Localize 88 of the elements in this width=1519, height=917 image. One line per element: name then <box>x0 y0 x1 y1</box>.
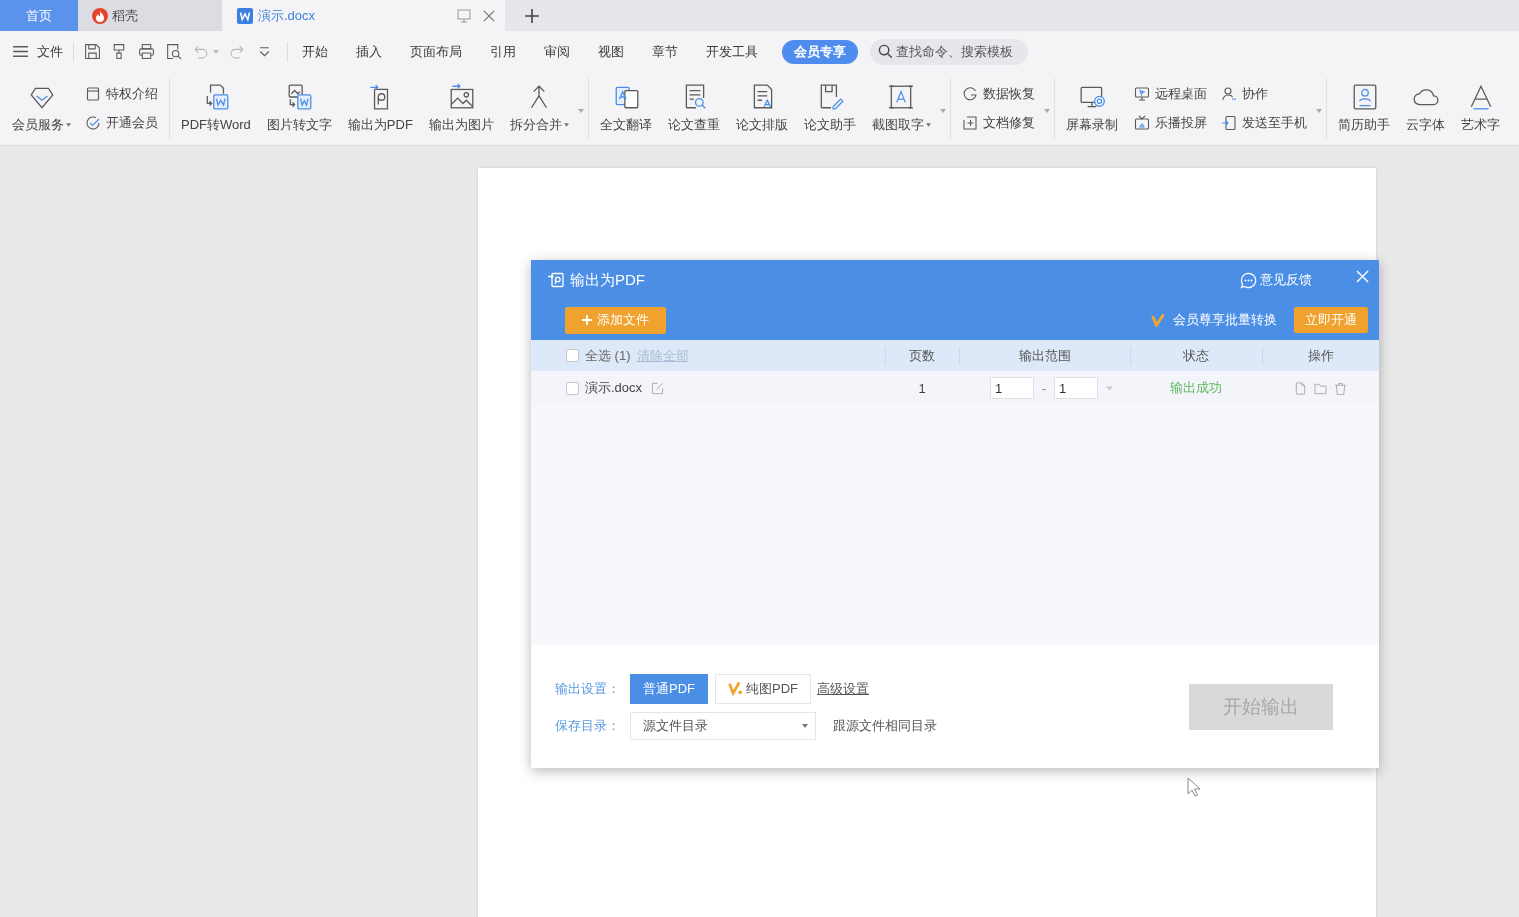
edit-icon[interactable] <box>651 381 665 395</box>
screenshot-icon <box>887 83 916 111</box>
flame-icon <box>92 7 108 24</box>
export-icon <box>547 271 565 289</box>
menu-tab[interactable]: 审阅 <box>530 39 584 64</box>
check-circle-icon <box>85 115 101 131</box>
printer-icon[interactable] <box>138 43 155 60</box>
menu-tab[interactable]: 引用 <box>476 39 530 64</box>
ribbon-button[interactable]: 全文翻译 <box>592 78 661 139</box>
ribbon-button[interactable]: 乐播投屏 <box>1133 114 1207 132</box>
checkbox[interactable] <box>566 349 579 362</box>
monitor-icon[interactable] <box>456 7 472 24</box>
phone-arrow-icon <box>1220 115 1237 131</box>
promo-text: 会员尊享批量转换 <box>1173 311 1277 329</box>
ribbon-button[interactable]: 论文查重 <box>660 78 729 139</box>
menu-tab[interactable]: 开发工具 <box>692 39 772 64</box>
ribbon-button[interactable]: 开通会员 <box>85 114 158 132</box>
dialog-title: 输出为PDF <box>570 270 645 290</box>
caret-icon[interactable] <box>213 49 219 54</box>
file-name: 演示.docx <box>585 379 643 397</box>
document-tab[interactable]: 演示.docx <box>222 0 505 31</box>
tv-icon <box>1133 115 1150 131</box>
menu-tab[interactable]: 页面布局 <box>396 39 476 64</box>
folder-dropdown[interactable]: 源文件目录 <box>630 711 816 740</box>
advanced-settings-link[interactable]: 高级设置 <box>817 679 869 698</box>
trash-icon[interactable] <box>1334 381 1347 395</box>
ribbon-button[interactable]: 特权介绍 <box>85 85 158 103</box>
close-icon[interactable] <box>483 9 495 22</box>
caret-icon[interactable] <box>1315 108 1322 113</box>
undo-icon[interactable] <box>192 43 209 60</box>
folder-icon[interactable] <box>1314 381 1327 395</box>
card-icon <box>85 86 101 102</box>
ribbon-button[interactable]: 屏幕录制 <box>1058 78 1127 139</box>
chat-icon <box>1240 271 1257 289</box>
person-icon <box>1220 86 1237 102</box>
ribbon-button[interactable]: 数据恢复 <box>961 85 1035 103</box>
select-all-label: 全选 (1) <box>585 346 631 365</box>
ribbon-button[interactable]: 截图取字 <box>864 78 938 139</box>
ribbon-button[interactable]: 会员服务 <box>5 78 78 139</box>
print-preview-icon[interactable] <box>165 43 182 60</box>
v-mark-icon <box>1151 313 1165 327</box>
menu-tab[interactable]: 章节 <box>638 39 692 64</box>
menu-icon <box>12 43 29 60</box>
table-cell-text: 1 <box>917 379 927 398</box>
menu-tab[interactable]: 插入 <box>342 39 396 64</box>
page-from-field[interactable]: 1 <box>990 377 1034 399</box>
ribbon-button[interactable]: 文档修复 <box>961 114 1035 132</box>
document-icon[interactable] <box>1294 381 1307 395</box>
ribbon-button[interactable]: 拆分合并 <box>502 78 576 139</box>
range-separator: - <box>1040 380 1048 396</box>
mode-button[interactable]: 纯图PDF <box>715 673 811 704</box>
ribbon-button[interactable]: PDF转Word <box>174 78 260 139</box>
ribbon-button[interactable]: 图片转文字 <box>259 78 341 139</box>
ribbon-button[interactable]: 输出为PDF <box>340 78 422 139</box>
ribbon-button[interactable]: 云字体 <box>1398 78 1454 139</box>
search-field[interactable]: 查找命令、搜索模板 <box>870 38 1028 65</box>
checkbox[interactable] <box>566 381 579 395</box>
ribbon-button[interactable]: 论文排版 <box>728 78 797 139</box>
caret-icon[interactable] <box>939 108 946 113</box>
caret-icon[interactable] <box>577 108 584 113</box>
cursor-icon <box>1187 777 1200 797</box>
hint-text: 跟源文件相同目录 <box>833 716 937 735</box>
menu-tab[interactable]: 开始 <box>288 39 342 64</box>
caret-icon[interactable] <box>1106 385 1113 391</box>
output-settings-label: 输出设置： <box>555 679 621 698</box>
monitor-cursor-icon <box>1133 86 1150 102</box>
document-plus-icon <box>961 115 978 131</box>
ribbon-button[interactable]: 输出为图片 <box>421 78 503 139</box>
caret-icon[interactable] <box>1043 108 1050 113</box>
search-icon <box>878 44 893 59</box>
ribbon-button[interactable]: 艺术字 <box>1453 78 1509 139</box>
file-menu-button[interactable]: 文件 <box>12 42 63 61</box>
tab[interactable]: 稻壳 <box>78 0 222 31</box>
save-icon[interactable] <box>84 43 101 60</box>
page-to-field[interactable]: 1 <box>1054 377 1098 399</box>
redo-icon[interactable] <box>229 43 246 60</box>
ribbon-button[interactable]: 协作 <box>1220 85 1307 103</box>
ribbon-button[interactable]: 发送至手机 <box>1220 114 1307 132</box>
status-text: 输出成功 <box>1169 379 1223 397</box>
save-folder-label: 保存目录： <box>555 716 621 735</box>
document-icon <box>237 7 253 24</box>
ribbon-button[interactable]: 远程桌面 <box>1133 85 1207 103</box>
ribbon-button[interactable]: 简历助手 <box>1330 78 1399 139</box>
ribbon-button[interactable]: 论文助手 <box>796 78 865 139</box>
plus-icon <box>582 315 592 325</box>
menu-tab[interactable]: 视图 <box>584 39 638 64</box>
plus-icon[interactable] <box>525 8 539 23</box>
caret-icon <box>802 723 808 728</box>
